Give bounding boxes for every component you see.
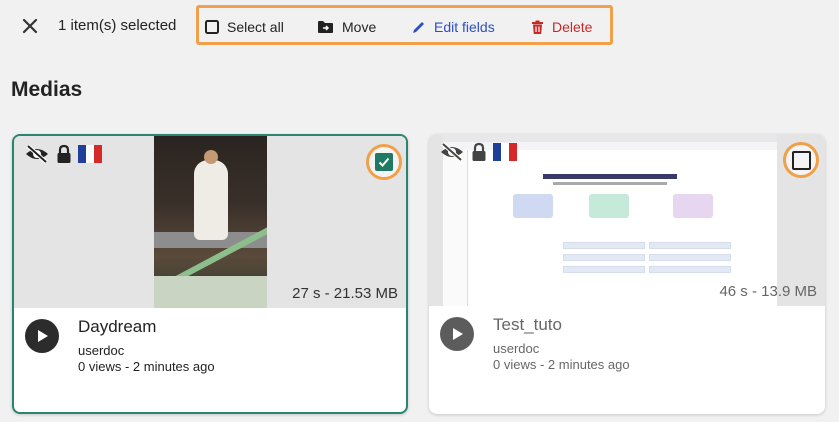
meta-separator: -	[121, 359, 133, 374]
delete-button[interactable]: Delete	[531, 17, 592, 37]
media-time: 2 minutes ago	[547, 357, 630, 372]
checkbox-empty-icon	[205, 20, 219, 34]
trash-icon	[532, 20, 543, 34]
edit-fields-label: Edit fields	[434, 19, 495, 35]
media-time: 2 minutes ago	[132, 359, 215, 374]
media-meta: 0 views - 2 minutes ago	[493, 357, 630, 372]
media-badges	[24, 144, 102, 164]
play-button[interactable]	[440, 317, 474, 351]
media-card[interactable]: 46 s - 13.9 MB Test_tuto userdoc 0 views…	[429, 134, 825, 414]
media-badges	[439, 142, 517, 162]
checkbox-empty-icon	[791, 150, 811, 170]
media-thumbnail[interactable]: 27 s - 21.53 MB	[14, 136, 406, 308]
move-button[interactable]: Move	[317, 17, 376, 37]
media-views: 0 views	[78, 359, 122, 374]
media-select-checkbox[interactable]	[366, 144, 402, 180]
media-card[interactable]: 27 s - 21.53 MB Daydream userdoc 0 views…	[12, 134, 408, 414]
delete-label: Delete	[552, 19, 593, 35]
media-thumbnail[interactable]: 46 s - 13.9 MB	[429, 134, 825, 306]
media-duration-size: 46 s - 13.9 MB	[719, 283, 817, 300]
select-all-button[interactable]: Select all	[205, 17, 284, 37]
eye-off-icon	[441, 142, 463, 162]
play-button[interactable]	[25, 319, 59, 353]
select-all-label: Select all	[227, 19, 284, 35]
eye-off-icon	[26, 144, 48, 164]
section-title: Medias	[11, 78, 83, 101]
media-duration-size: 27 s - 21.53 MB	[292, 285, 398, 302]
media-views: 0 views	[493, 357, 537, 372]
play-icon	[453, 328, 463, 340]
media-title[interactable]: Test_tuto	[493, 315, 562, 335]
close-icon[interactable]	[20, 16, 40, 36]
play-icon	[38, 330, 48, 342]
media-title[interactable]: Daydream	[78, 317, 156, 337]
pencil-icon	[413, 21, 424, 33]
media-author[interactable]: userdoc	[78, 343, 124, 358]
selection-count: 1 item(s) selected	[58, 17, 177, 34]
lock-icon	[57, 144, 71, 163]
checkmark-icon	[375, 153, 393, 171]
media-select-checkbox[interactable]	[783, 142, 819, 178]
meta-separator: -	[536, 357, 548, 372]
selection-toolbar: 1 item(s) selected Select all Move Edit …	[0, 0, 839, 54]
move-label: Move	[342, 19, 377, 35]
french-flag-icon	[78, 145, 102, 163]
folder-move-icon	[318, 21, 333, 33]
media-author[interactable]: userdoc	[493, 341, 539, 356]
bulk-actions-group: Select all Move Edit fields Delete	[196, 5, 613, 45]
media-meta: 0 views - 2 minutes ago	[78, 359, 215, 374]
thumbnail-image	[154, 136, 267, 308]
edit-fields-button[interactable]: Edit fields	[411, 17, 495, 37]
lock-icon	[472, 142, 486, 161]
french-flag-icon	[493, 143, 517, 161]
